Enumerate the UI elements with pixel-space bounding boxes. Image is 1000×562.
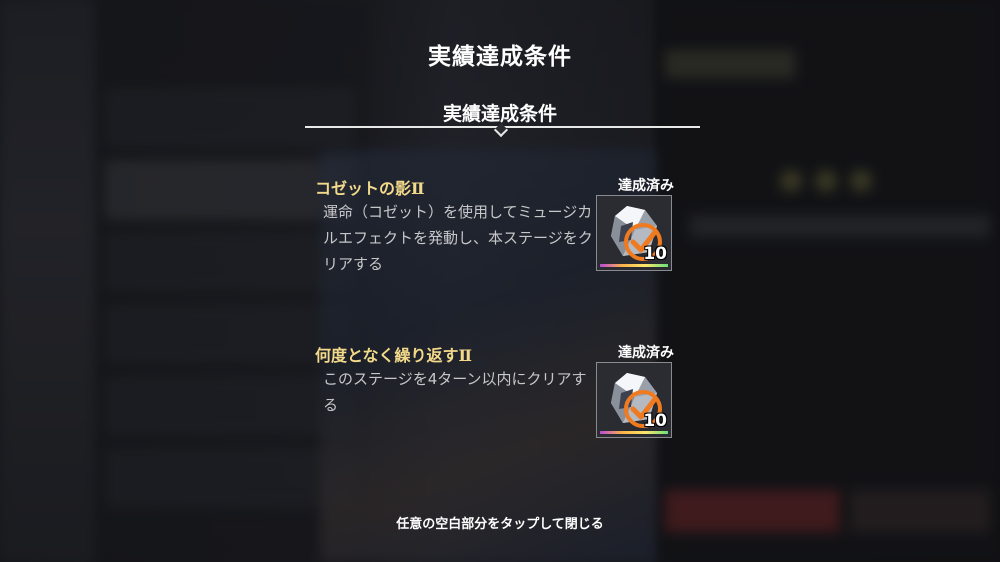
reward-slot[interactable]: 10	[596, 362, 672, 438]
achievement-description: 運命（コゼット）を使用してミュージカルエフェクトを発動し、本ステージをクリアする	[323, 203, 593, 273]
popup-title: 実績達成条件	[428, 43, 572, 70]
achievement-popup-screen[interactable]: 実績達成条件 実績達成条件 コゼットの影Ⅱ 運命（コゼット）を使用してミュージカ…	[0, 0, 1000, 562]
achievement-description: このステージを4ターン以内にクリアする	[323, 370, 587, 414]
rarity-bar	[600, 431, 668, 434]
reward-slot[interactable]: 10	[596, 195, 672, 271]
close-hint: 任意の空白部分をタップして閉じる	[396, 517, 604, 532]
achievement-name: 何度となく繰り返すⅡ	[315, 346, 473, 365]
rarity-bar	[600, 264, 668, 267]
achievement-name: コゼットの影Ⅱ	[315, 179, 425, 198]
reward-count: 10	[643, 411, 667, 431]
achievement-status: 達成済み	[618, 345, 674, 361]
dim-overlay[interactable]	[0, 0, 1000, 562]
achievement-status: 達成済み	[618, 178, 674, 194]
reward-count: 10	[643, 244, 667, 264]
